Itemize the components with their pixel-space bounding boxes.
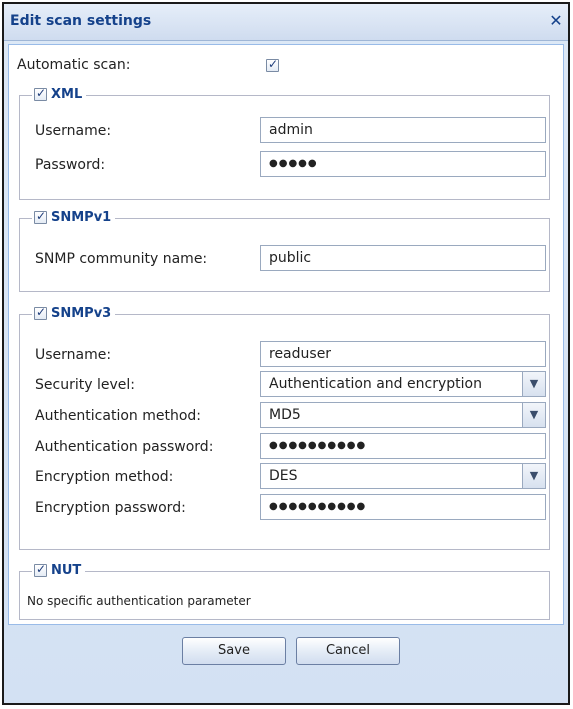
enc-method-value: DES [269, 468, 298, 484]
snmp-community-input[interactable]: public [260, 245, 546, 271]
snmpv1-legend-label: SNMPv1 [51, 210, 112, 225]
xml-password-input[interactable]: ●●●●● [260, 151, 546, 177]
snmpv3-username-label: Username: [35, 347, 112, 363]
snmpv3-checkbox[interactable] [34, 305, 47, 320]
xml-username-label: Username: [35, 123, 112, 139]
snmpv3-legend: SNMPv3 [32, 305, 116, 321]
auth-method-select[interactable]: MD5 ▼ [260, 402, 546, 428]
snmpv1-legend: SNMPv1 [32, 209, 116, 225]
dialog-title: Edit scan settings [10, 13, 152, 29]
dialog-titlebar: Edit scan settings ✕ [4, 4, 568, 41]
nut-group: NUT No specific authentication parameter [19, 562, 550, 620]
nut-legend: NUT [32, 562, 86, 578]
close-icon[interactable]: ✕ [548, 13, 564, 29]
snmpv3-username-input[interactable]: readuser [260, 341, 546, 367]
xml-username-input[interactable]: admin [260, 117, 546, 143]
automatic-scan-label: Automatic scan: [17, 57, 131, 73]
security-level-select[interactable]: Authentication and encryption ▼ [260, 371, 546, 397]
enc-method-select[interactable]: DES ▼ [260, 463, 546, 489]
enc-password-label: Encryption password: [35, 500, 186, 516]
automatic-scan-checkbox[interactable] [266, 57, 279, 72]
nut-legend-label: NUT [51, 563, 82, 578]
chevron-down-icon[interactable]: ▼ [522, 403, 545, 427]
snmpv1-checkbox[interactable] [34, 209, 47, 224]
dialog-body: Automatic scan: XML Username: admin Pass… [8, 44, 564, 625]
xml-group: XML Username: admin Password: ●●●●● [19, 86, 550, 200]
save-button[interactable]: Save [182, 637, 286, 665]
xml-password-label: Password: [35, 157, 106, 173]
chevron-down-icon[interactable]: ▼ [522, 372, 545, 396]
cancel-button[interactable]: Cancel [296, 637, 400, 665]
snmp-community-label: SNMP community name: [35, 251, 208, 267]
snmpv3-legend-label: SNMPv3 [51, 306, 112, 321]
enc-password-input[interactable]: ●●●●●●●●●● [260, 494, 546, 520]
snmpv1-group: SNMPv1 SNMP community name: public [19, 209, 550, 292]
auth-method-value: MD5 [269, 407, 301, 423]
xml-legend: XML [32, 86, 87, 102]
chevron-down-icon[interactable]: ▼ [522, 464, 545, 488]
enc-method-label: Encryption method: [35, 469, 174, 485]
nut-checkbox[interactable] [34, 562, 47, 577]
nut-note: No specific authentication parameter [27, 594, 251, 608]
auth-method-label: Authentication method: [35, 408, 202, 424]
snmpv3-group: SNMPv3 Username: readuser Security level… [19, 305, 550, 550]
security-level-label: Security level: [35, 377, 135, 393]
edit-scan-settings-dialog: Edit scan settings ✕ Automatic scan: XML… [2, 2, 570, 705]
security-level-value: Authentication and encryption [269, 376, 482, 392]
auth-password-label: Authentication password: [35, 439, 214, 455]
xml-legend-label: XML [51, 87, 83, 102]
xml-checkbox[interactable] [34, 86, 47, 101]
dialog-footer: Save Cancel [4, 625, 568, 705]
auth-password-input[interactable]: ●●●●●●●●●● [260, 433, 546, 459]
